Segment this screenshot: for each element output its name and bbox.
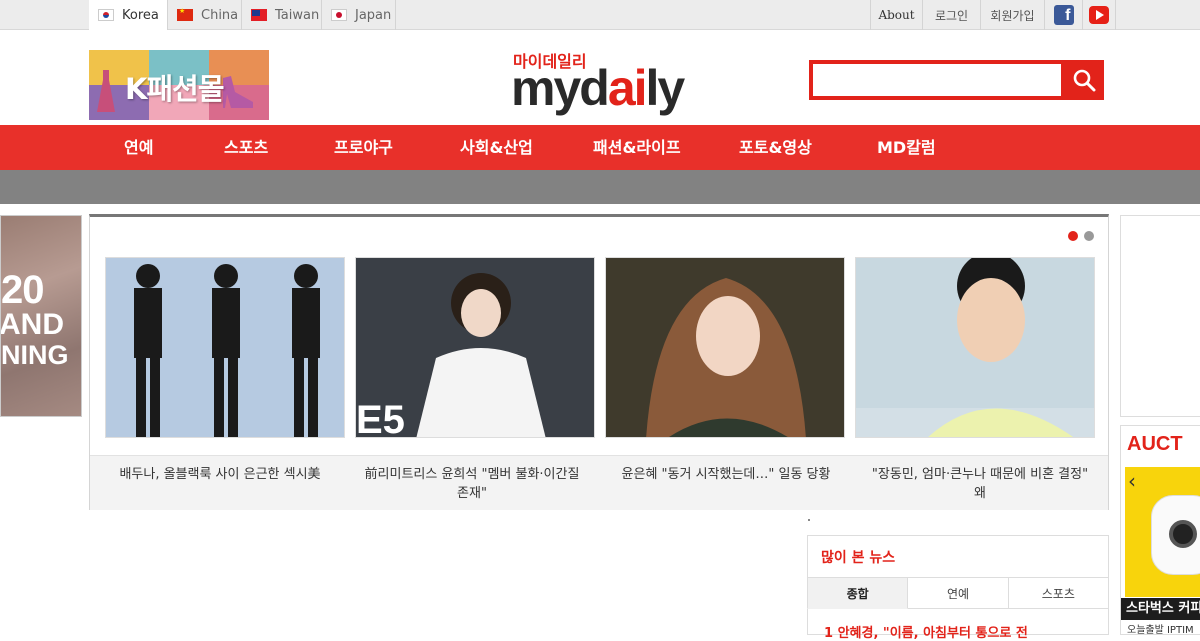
right-side-ad-banner[interactable] <box>1120 215 1200 417</box>
high-heel-icon <box>223 76 253 108</box>
logo-part: myd <box>511 60 610 116</box>
main-navigation: 연예 스포츠 프로야구 사회&산업 패션&라이프 포토&영상 MD칼럼 <box>0 125 1200 170</box>
lang-japan[interactable]: Japan <box>322 0 396 30</box>
taiwan-flag-icon <box>251 9 267 21</box>
popular-news-title: 많이 본 뉴스 <box>821 550 896 566</box>
signup-link[interactable]: 회원가입 <box>980 0 1044 30</box>
nav-item-society-industry[interactable]: 사회&산업 <box>460 125 533 170</box>
k-fashion-mall-label: K패션몰 <box>125 72 225 106</box>
sub-navigation-bar <box>0 170 1200 204</box>
lang-label: Korea <box>122 7 159 23</box>
tab-entertainment[interactable]: 연예 <box>908 577 1009 609</box>
dress-icon <box>97 70 115 112</box>
product-image <box>1125 467 1200 597</box>
divider-dot <box>808 519 810 521</box>
slider-captions: 배두나, 올블랙룩 사이 은근한 섹시美 前리미트리스 윤희석 "멤버 불화·이… <box>90 455 1108 510</box>
search-icon <box>1073 69 1096 92</box>
nav-item-baseball[interactable]: 프로야구 <box>334 125 393 170</box>
nav-item-fashion-life[interactable]: 패션&라이프 <box>593 125 681 170</box>
photo-news-slider: E5 배두나, 올블랙룩 사이 은근한 섹시美 前리미트리스 윤희석 "멤버 불… <box>89 214 1109 510</box>
youtube-link[interactable] <box>1082 0 1116 30</box>
ad-caption: 스타벅스 커피 <box>1121 598 1200 620</box>
ad-text-line: AND <box>0 308 64 341</box>
popular-news-box: 많이 본 뉴스 종합 연예 스포츠 1 안혜경, "이름, 아침부터 통으로 전 <box>807 535 1109 641</box>
svg-text:E5: E5 <box>356 398 405 438</box>
top-utility-bar: Korea China Taiwan Japan About 로그인 회원가입 … <box>0 0 1200 30</box>
japan-flag-icon <box>331 9 347 21</box>
auction-ad-banner[interactable]: AUCT ‹ 스타벅스 커피 오늘출발 IPTIM <box>1120 425 1200 635</box>
search-button[interactable] <box>1064 60 1104 100</box>
auction-logo: AUCT <box>1127 433 1183 455</box>
chevron-left-icon[interactable]: ‹ <box>1128 469 1136 493</box>
lang-label: Taiwan <box>275 7 320 23</box>
ad-text-line: 20 <box>1 268 44 312</box>
ad-text-line: NING <box>1 340 69 370</box>
left-side-ad-banner[interactable]: 20 AND NING <box>0 215 82 417</box>
nav-item-photo-video[interactable]: 포토&영상 <box>739 125 812 170</box>
slide-caption-link[interactable]: 윤은혜 "동거 시작했는데…" 일동 당황 <box>616 465 836 484</box>
lang-taiwan[interactable]: Taiwan <box>242 0 322 30</box>
slider-dot[interactable] <box>1068 231 1078 241</box>
logo-part: ly <box>645 60 686 116</box>
slider-pagination <box>1068 231 1094 241</box>
login-link[interactable]: 로그인 <box>922 0 980 30</box>
slide-caption-link[interactable]: 前리미트리스 윤희석 "멤버 불화·이간질 존재" <box>362 465 582 503</box>
slide-image[interactable] <box>855 257 1095 438</box>
youtube-icon <box>1089 6 1109 24</box>
search-box <box>809 60 1065 100</box>
lang-china[interactable]: China <box>168 0 242 30</box>
slide-image[interactable]: E5 <box>355 257 595 438</box>
about-link[interactable]: About <box>870 0 922 30</box>
nav-item-sports[interactable]: 스포츠 <box>224 125 268 170</box>
slide-caption-link[interactable]: 배두나, 올블랙룩 사이 은근한 섹시美 <box>110 465 330 484</box>
popular-news-item[interactable]: 1 안혜경, "이름, 아침부터 통으로 전 <box>824 622 1028 641</box>
slider-dot[interactable] <box>1084 231 1094 241</box>
nav-item-entertainment[interactable]: 연예 <box>124 125 153 170</box>
k-fashion-mall-banner[interactable]: K패션몰 <box>89 50 269 120</box>
popular-news-tabs: 종합 연예 스포츠 <box>807 577 1109 609</box>
ad-subcaption: 오늘출발 IPTIM <box>1127 625 1194 635</box>
korea-flag-icon <box>98 9 114 21</box>
logo-part-accent: ai <box>607 60 648 116</box>
slide-image[interactable] <box>105 257 345 438</box>
facebook-link[interactable]: f <box>1044 0 1082 30</box>
slide-image[interactable] <box>605 257 845 438</box>
tab-overall[interactable]: 종합 <box>807 577 909 609</box>
lang-label: Japan <box>355 7 392 23</box>
china-flag-icon <box>177 7 193 21</box>
slide-caption-link[interactable]: "장동민, 엄마·큰누나 때문에 비혼 결정" 왜 <box>870 465 1090 503</box>
lang-korea[interactable]: Korea <box>89 0 168 30</box>
camera-lens-icon <box>1169 520 1197 548</box>
facebook-icon: f <box>1053 5 1074 25</box>
lang-label: China <box>201 7 239 23</box>
logo-english-text: mydaily <box>511 59 686 117</box>
nav-item-md-column[interactable]: MD칼럼 <box>877 125 936 170</box>
mydaily-logo[interactable]: 마이데일리 mydaily <box>510 46 695 116</box>
search-input[interactable] <box>813 64 1061 96</box>
tab-sports[interactable]: 스포츠 <box>1008 577 1109 609</box>
